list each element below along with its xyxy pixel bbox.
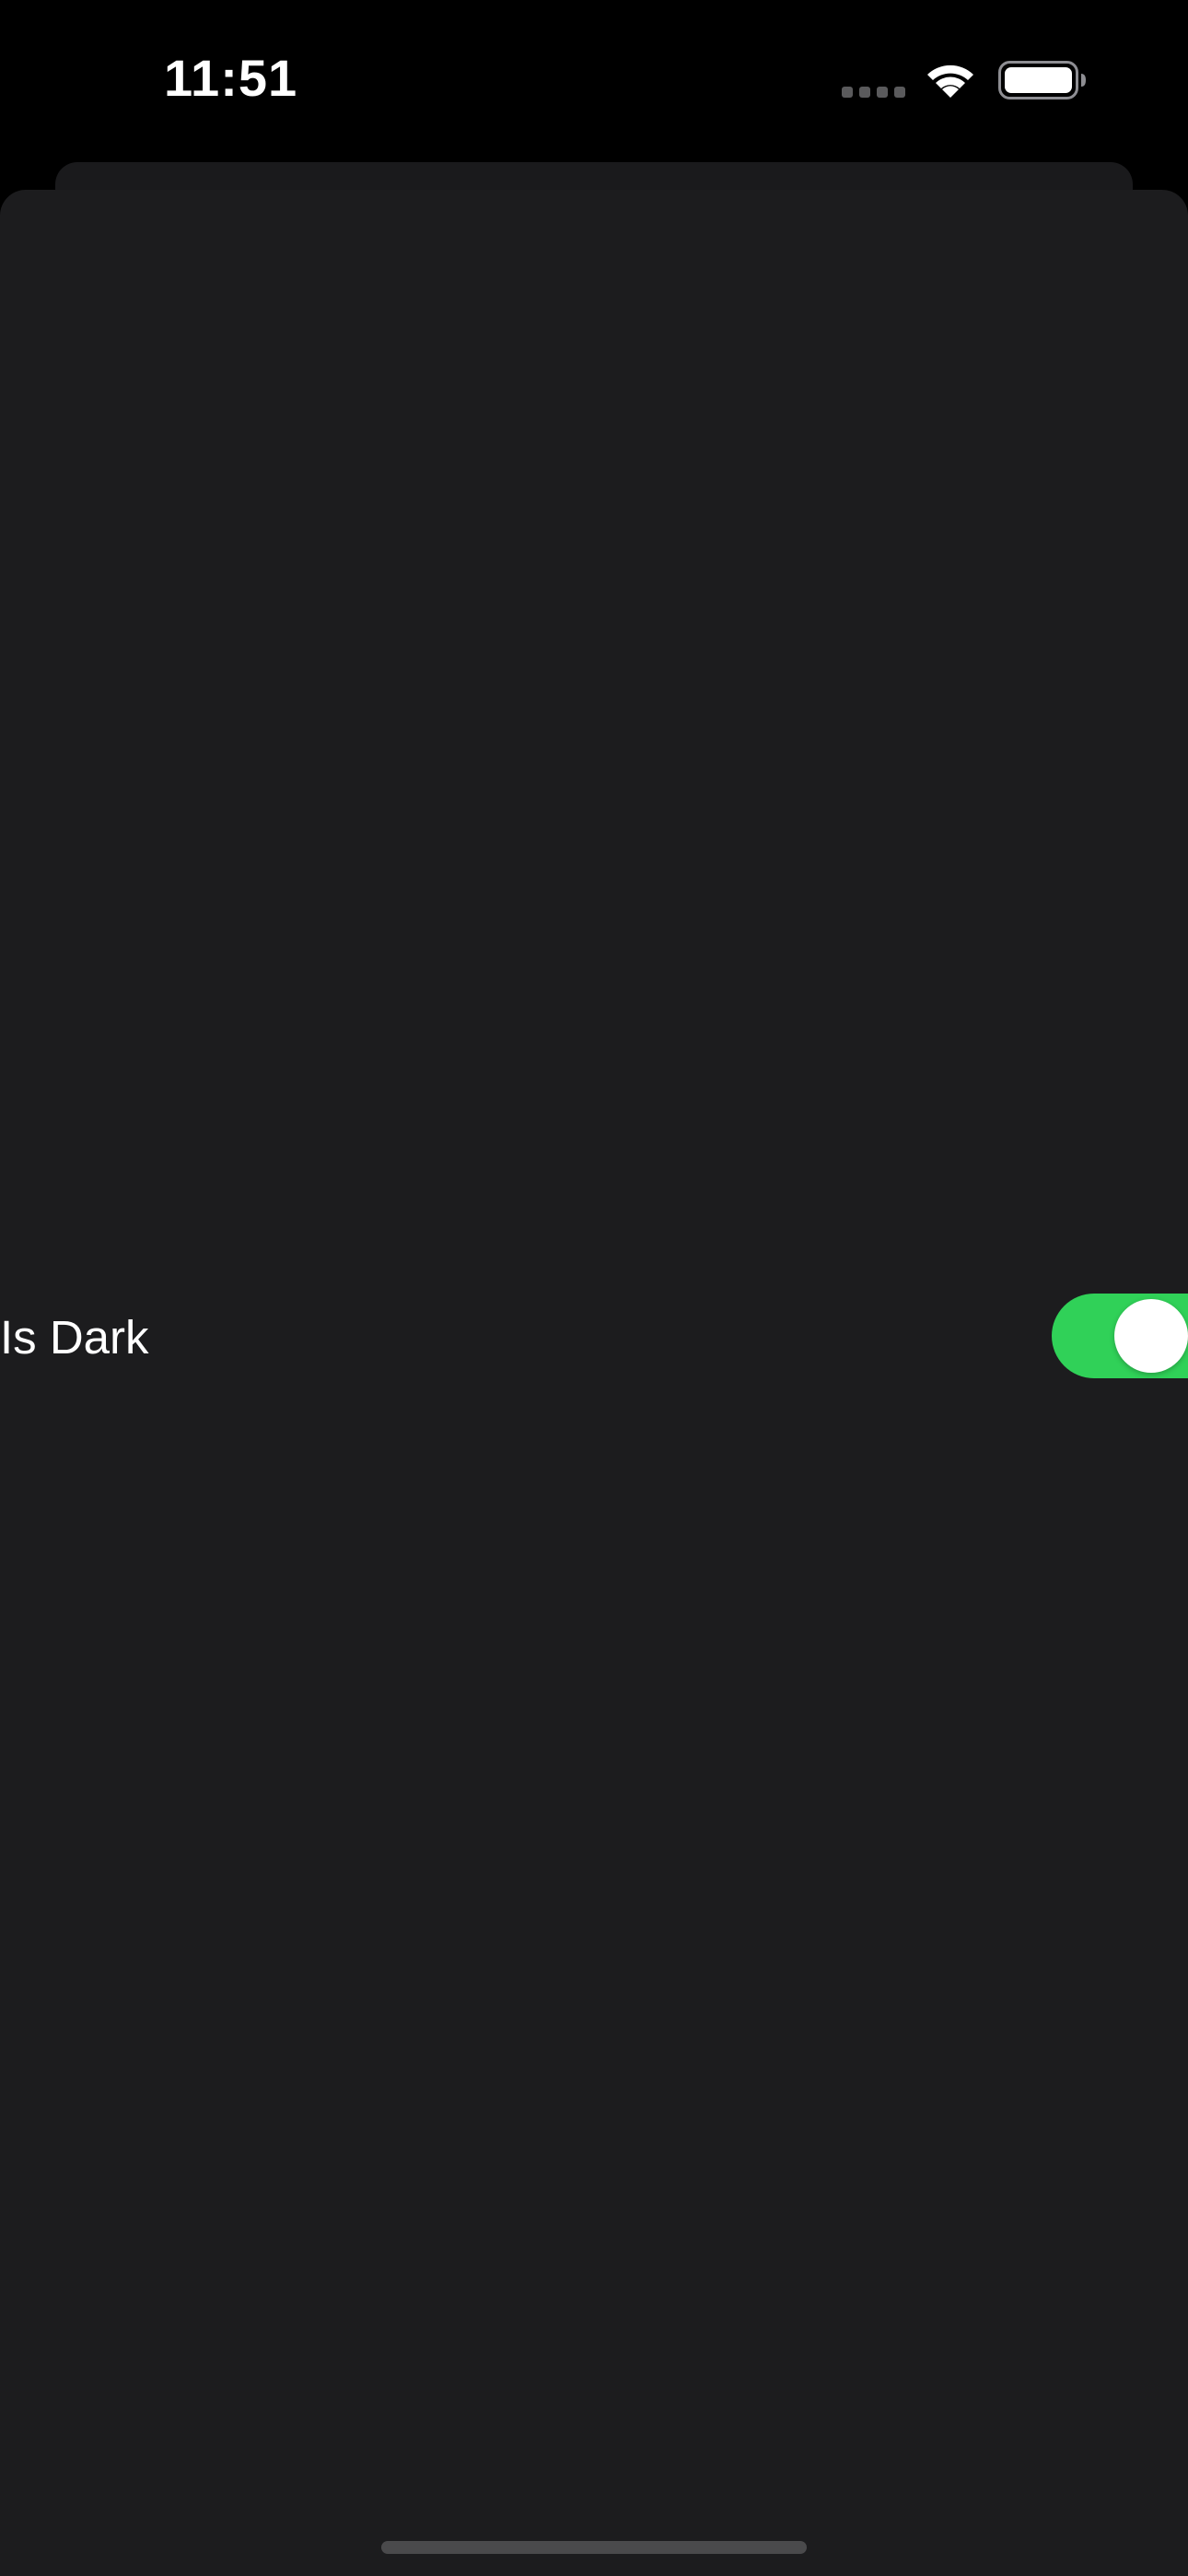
home-indicator[interactable] [381,2541,807,2554]
is-dark-toggle[interactable] [1052,1294,1188,1378]
cellular-signal-icon [842,87,905,98]
status-time: 11:51 [164,49,298,107]
wifi-icon [927,64,973,98]
settings-sheet [0,190,1188,2576]
is-dark-label: Is Dark [0,1311,149,1364]
is-dark-row: Is Dark [0,1294,1188,1382]
toggle-knob [1114,1299,1188,1373]
battery-icon [998,61,1086,100]
status-bar: 11:51 [0,0,1188,157]
app-screen: 11:51 Is Dark [0,0,1188,2576]
